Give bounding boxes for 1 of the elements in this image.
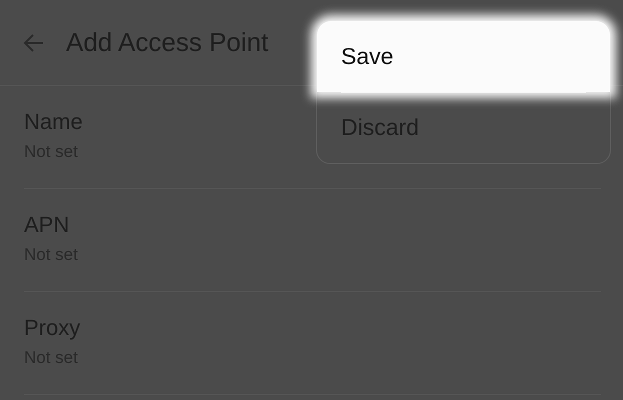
menu-item[interactable]: Save [317,21,610,92]
